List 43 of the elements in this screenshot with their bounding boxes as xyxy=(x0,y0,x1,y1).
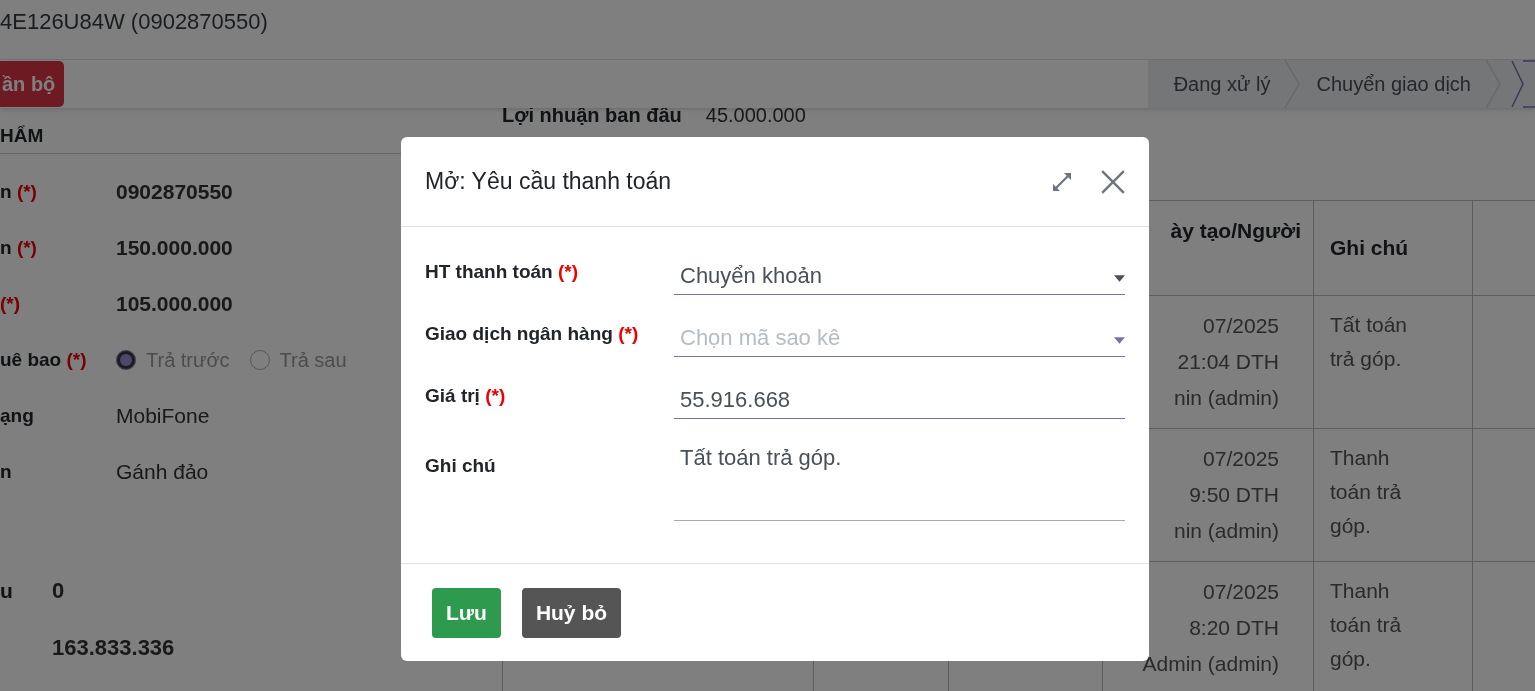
field-label: n (*) xyxy=(0,237,38,259)
chevron-divider-icon xyxy=(1485,60,1501,108)
field-label: Giao dịch ngân hàng (*) xyxy=(425,322,640,346)
caret-icon xyxy=(1114,337,1125,344)
table-cell-text: 07/2025 xyxy=(1203,574,1279,610)
cancel-button[interactable]: Huỷ bỏ xyxy=(521,587,622,638)
field-value: Gánh đảo xyxy=(116,460,209,484)
field-label: ạng xyxy=(0,405,35,427)
field-value: 163.833.336 xyxy=(52,634,175,661)
radio-button[interactable] xyxy=(116,350,136,370)
record-title: 4E126U84W (0902870550) xyxy=(0,8,268,36)
save-button[interactable]: Lưu xyxy=(432,587,501,638)
table-cell-text: nin (admin) xyxy=(1173,380,1279,416)
field-label: Giá trị (*) xyxy=(425,384,507,408)
field-label: (*) xyxy=(0,293,22,315)
dialog-title: Mở: Yêu cầu thanh toán xyxy=(425,168,673,195)
field-value: 150.000.000 xyxy=(116,236,233,260)
field-label: u xyxy=(0,578,14,603)
close-icon[interactable] xyxy=(1100,168,1126,195)
caret-icon xyxy=(1114,275,1125,282)
table-cell-text: 21:04 DTH xyxy=(1177,344,1279,380)
table-cell-text: 07/2025 xyxy=(1203,308,1279,344)
field-value: 0 xyxy=(52,577,65,604)
column-header: Ghi chú xyxy=(1313,200,1473,296)
table-cell-text: Thanh toán trả góp. xyxy=(1329,578,1403,672)
field-value: 105.000.000 xyxy=(116,292,233,316)
field-label: uê bao (*) xyxy=(0,349,88,371)
field-label: n xyxy=(0,461,13,483)
table-cell-text: Tất toán trả góp. xyxy=(1329,312,1409,372)
table-cell-text: Admin (admin) xyxy=(1142,646,1279,682)
table-cell-text: 07/2025 xyxy=(1203,441,1279,477)
table-cell-text: 8:20 DTH xyxy=(1189,610,1279,646)
table-cell-text: 9:50 DTH xyxy=(1189,477,1279,513)
field-label: HT thanh toán (*) xyxy=(425,260,580,284)
field-label: Ghi chú xyxy=(425,454,497,478)
chevron-divider-icon xyxy=(1284,60,1301,108)
stage-arrow-icon[interactable] xyxy=(1511,60,1535,108)
table-cell-text: Thanh toán trả góp. xyxy=(1329,445,1403,539)
field-value: MobiFone xyxy=(116,404,210,428)
field-value: 45.000.000 xyxy=(705,108,806,127)
field-label: n (*) xyxy=(0,181,38,203)
field-value: 0902870550 xyxy=(116,180,233,204)
table-cell-text: nin (admin) xyxy=(1173,513,1279,549)
